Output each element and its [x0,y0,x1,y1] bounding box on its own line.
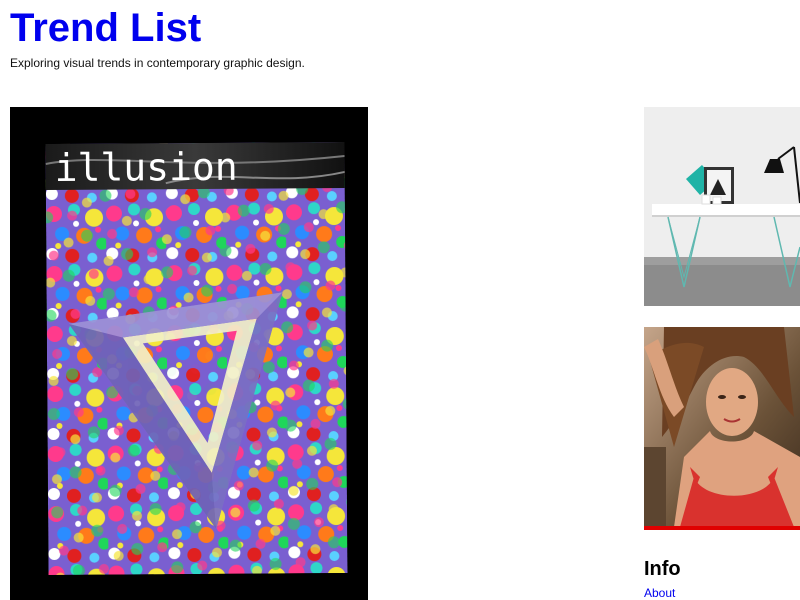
featured-poster-image[interactable]: illusion [10,107,368,600]
info-heading: Info [644,558,681,580]
poster-title-text: illusion [54,144,238,190]
illusion-poster: illusion [45,141,348,576]
site-tagline: Exploring visual trends in contemporary … [10,56,305,70]
model-photo [644,327,800,527]
about-link[interactable]: About [644,586,675,600]
desk-photo [644,107,800,306]
desk-photo-thumbnail[interactable] [644,107,800,306]
thumbnail-red-underline [644,526,800,530]
page: Trend List Exploring visual trends in co… [0,0,800,600]
poster-artwork [45,141,348,576]
model-photo-thumbnail[interactable] [644,327,800,527]
site-title-link[interactable]: Trend List [10,4,201,52]
